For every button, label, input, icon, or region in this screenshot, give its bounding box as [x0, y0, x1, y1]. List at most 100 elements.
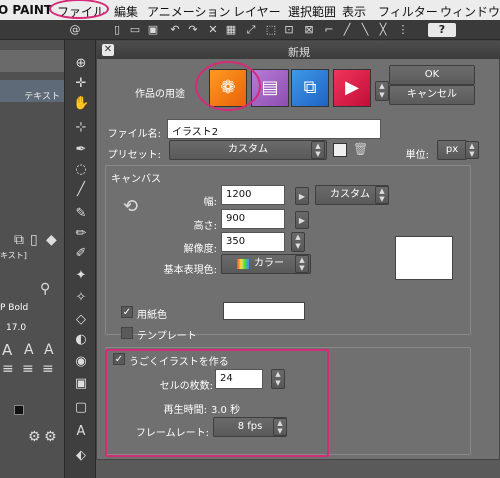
resolution-input[interactable]: 350 [221, 232, 285, 252]
settings-icon[interactable]: ⚙ [44, 430, 57, 444]
animation-icon: ▶ [345, 77, 359, 98]
fill-icon[interactable]: ◉ [73, 354, 89, 370]
eyedropper-icon[interactable]: ╱ [73, 182, 89, 198]
text-style-icon[interactable]: A [44, 343, 54, 357]
copy-icon[interactable]: ⧉ [14, 233, 24, 247]
menu-filter[interactable]: フィルター [378, 3, 438, 20]
text-color-swatch[interactable] [14, 405, 24, 415]
zoom-icon[interactable]: ⊕ [73, 56, 89, 72]
align-left-icon[interactable]: ≡ [2, 362, 14, 376]
settings-icon[interactable]: ⚙ [28, 430, 41, 444]
preset-register-icon[interactable] [333, 143, 347, 157]
left-panel-tab[interactable] [0, 50, 64, 72]
gradient-icon[interactable]: ▣ [73, 376, 89, 392]
width-input[interactable]: 1200 [221, 185, 285, 205]
open-folder-icon[interactable]: ▭ [128, 23, 142, 37]
bleed-icon[interactable]: ⋮ [396, 23, 410, 37]
usage-scroll-arrows[interactable]: ▲ ▼ [375, 81, 389, 101]
brush-icon[interactable]: ✐ [73, 246, 89, 262]
menu-edit[interactable]: 編集 [114, 3, 138, 20]
undo-icon[interactable]: ↶ [168, 23, 182, 37]
redo-icon[interactable]: ↷ [186, 23, 200, 37]
unit-dropdown[interactable]: px [437, 140, 467, 160]
page-icon[interactable]: ▯ [30, 233, 38, 247]
balloon-icon[interactable]: ⬖ [73, 448, 89, 464]
new-file-icon[interactable]: ▯ [110, 23, 124, 37]
menu-selection[interactable]: 選択範囲 [288, 3, 336, 20]
cell-count-arrows[interactable]: ▲ ▼ [271, 369, 285, 389]
height-unit-arrow[interactable]: ▶ [295, 211, 309, 229]
ok-button[interactable]: OK [389, 65, 475, 85]
transform-icon[interactable]: ⤢ [244, 23, 258, 37]
eraser-icon[interactable]: ◇ [73, 312, 89, 328]
align-center-icon[interactable]: ≡ [22, 362, 34, 376]
paper-color-swatch[interactable] [223, 302, 305, 320]
cell-count-label: セルの枚数: [159, 381, 213, 392]
canvas-group-label: キャンバス [111, 174, 161, 185]
menu-animation[interactable]: アニメーション [147, 3, 231, 20]
move-icon[interactable]: ✛ [73, 76, 89, 92]
clear-icon[interactable]: ✕ [206, 23, 220, 37]
figure-icon[interactable]: ▢ [73, 400, 89, 416]
save-icon[interactable]: ▣ [146, 23, 160, 37]
rotate-icon[interactable]: ⟲ [123, 196, 138, 217]
pen-icon[interactable]: ✎ [73, 206, 89, 222]
trash-icon[interactable]: 🗑 [353, 142, 368, 158]
menu-window[interactable]: ウィンドウ [440, 3, 500, 20]
guide-icon[interactable]: ╳ [376, 23, 390, 37]
pencil-icon[interactable]: ✏ [73, 226, 89, 242]
menu-view[interactable]: 表示 [342, 3, 366, 20]
animation-checkbox[interactable]: ✓ [113, 353, 125, 365]
invert-selection-icon[interactable]: ⊠ [302, 23, 316, 37]
deselect-icon[interactable]: ⬚ [264, 23, 278, 37]
ruler-icon[interactable]: ╱ [340, 23, 354, 37]
swirl-icon[interactable]: @ [68, 23, 82, 37]
dialog-titlebar[interactable]: ✕ 新規 [97, 41, 500, 59]
cell-count-input[interactable]: 24 [215, 369, 263, 389]
hand-icon[interactable]: ✋ [73, 96, 89, 112]
fill-bucket-icon[interactable]: ◆ [46, 233, 57, 247]
left-panel-text-label[interactable]: テキスト [0, 87, 64, 107]
resolution-arrows[interactable]: ▲ ▼ [291, 232, 305, 252]
template-checkbox[interactable] [121, 327, 133, 339]
preset-label: プリセット: [107, 150, 161, 161]
paper-color-checkbox[interactable]: ✓ [121, 306, 133, 318]
fill-icon[interactable]: ▦ [224, 23, 238, 37]
lasso-icon[interactable]: ✒ [73, 142, 89, 158]
filename-input[interactable]: イラスト2 [167, 119, 381, 139]
selection-icon[interactable]: ◌ [73, 162, 89, 178]
help-icon[interactable]: ? [428, 23, 456, 37]
snap-icon[interactable]: ⌐ [322, 23, 336, 37]
search-icon[interactable]: ⚲ [40, 282, 50, 296]
crop-icon[interactable]: ⊡ [282, 23, 296, 37]
cancel-button[interactable]: キャンセル [389, 85, 475, 105]
width-unit-arrow[interactable]: ▶ [295, 187, 309, 205]
size-preset-arrows[interactable]: ▲ ▼ [375, 186, 389, 204]
paper-color-label: 用紙色 [137, 310, 167, 321]
usage-animation-button[interactable]: ▶ [333, 69, 371, 107]
text-tool-icon[interactable]: A [73, 424, 89, 440]
ruler-snap-icon[interactable]: ╲ [358, 23, 372, 37]
unit-arrows[interactable]: ▲ ▼ [465, 141, 479, 159]
blend-icon[interactable]: ◐ [73, 332, 89, 348]
file-menu-highlight-annotation [49, 0, 109, 19]
align-right-icon[interactable]: ≡ [42, 362, 54, 376]
text-style-icon[interactable]: A [24, 343, 34, 357]
menu-layer[interactable]: レイヤー [233, 3, 281, 20]
framerate-label: フレームレート: [135, 428, 209, 439]
preset-dropdown[interactable]: カスタム [169, 140, 327, 160]
width-label: 幅: [203, 197, 217, 208]
height-input[interactable]: 900 [221, 209, 285, 229]
font-name[interactable]: P Bold [0, 301, 44, 315]
framerate-arrows[interactable]: ▲ ▼ [273, 418, 287, 436]
airbrush-icon[interactable]: ✦ [73, 268, 89, 284]
text-style-icon[interactable]: A [2, 343, 12, 358]
usage-highlight-annotation [195, 61, 261, 111]
color-mode-arrows[interactable]: ▲ ▼ [295, 255, 309, 273]
preset-arrows[interactable]: ▲ ▼ [311, 141, 325, 159]
usage-webtoon-button[interactable]: ⧉ [291, 69, 329, 107]
operation-icon[interactable]: ⊹ [73, 120, 89, 136]
font-size[interactable]: 17.0 [6, 321, 46, 335]
tool-strip: ⊕ ✛ ✋ ⊹ ✒ ◌ ╱ ✎ ✏ ✐ ✦ ✧ ◇ ◐ ◉ ▣ ▢ A ⬖ [64, 40, 96, 478]
decoration-icon[interactable]: ✧ [73, 290, 89, 306]
